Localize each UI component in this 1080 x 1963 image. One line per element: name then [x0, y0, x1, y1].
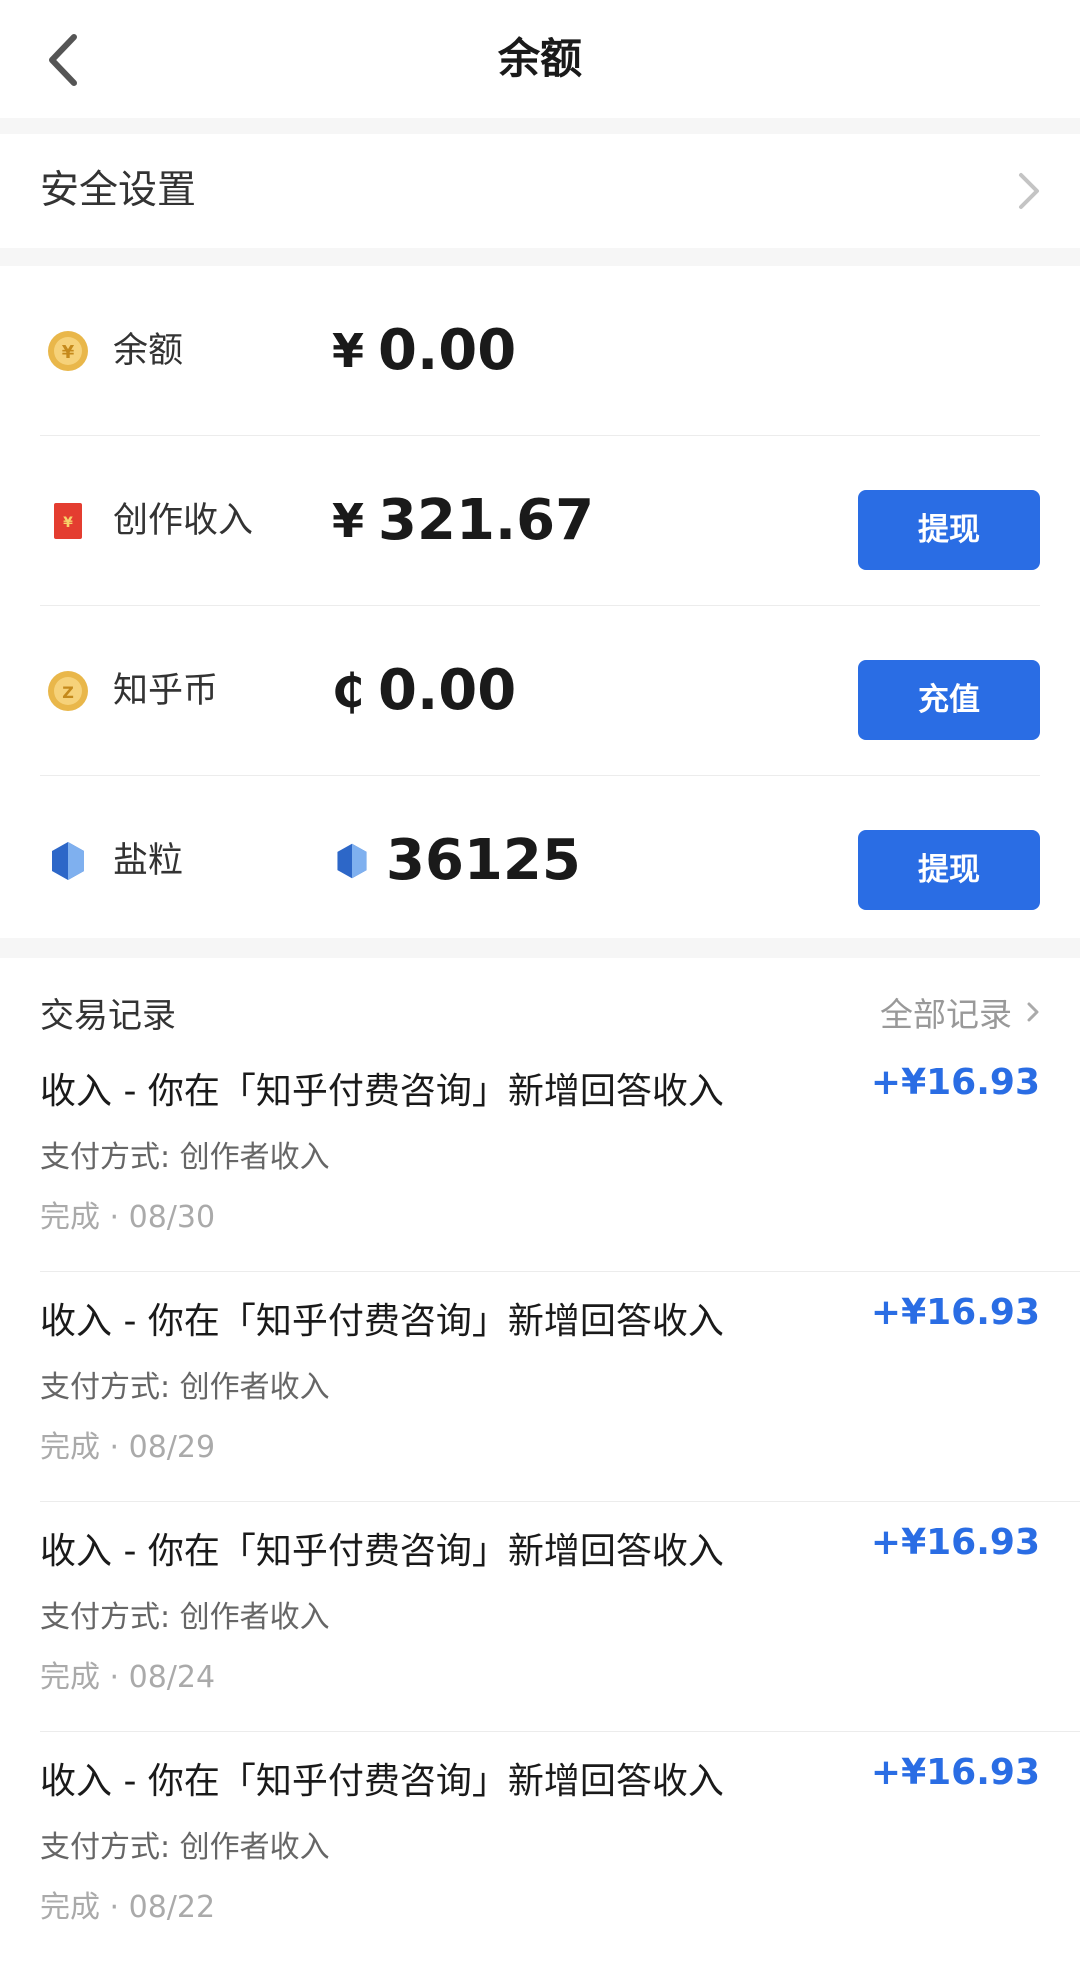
transaction-method: 支付方式: 创作者收入: [40, 1830, 330, 1865]
transaction-item[interactable]: 收入 - 你在「知乎付费咨询」新增回答收入 +¥16.93 支付方式: 创作者收…: [0, 1502, 1080, 1732]
transaction-item[interactable]: 收入 - 你在「知乎付费咨询」新增回答收入 +¥16.93 支付方式: 创作者收…: [0, 1732, 1080, 1962]
amount-value: 36125: [386, 828, 581, 893]
transaction-method: 支付方式: 创作者收入: [40, 1140, 330, 1175]
account-label: 知乎币: [113, 671, 219, 711]
currency-symbol: ¥: [332, 324, 365, 378]
withdraw-salt-button[interactable]: 提现: [858, 830, 1040, 910]
svg-text:¥: ¥: [63, 515, 73, 531]
account-amount: ¥ 0.00: [332, 266, 516, 436]
transaction-amount: +¥16.93: [870, 1752, 1040, 1793]
amount-value: 0.00: [378, 658, 517, 723]
transaction-amount: +¥16.93: [870, 1062, 1040, 1103]
recharge-button[interactable]: 充值: [858, 660, 1040, 740]
all-records-label: 全部记录: [880, 995, 1012, 1034]
amount-value: 0.00: [378, 318, 517, 383]
transaction-method: 支付方式: 创作者收入: [40, 1370, 330, 1405]
zhihu-coin-icon: Z: [48, 671, 88, 711]
all-records-link[interactable]: 全部记录: [880, 988, 1040, 1036]
account-row-salt: 盐粒 36125 提现: [0, 776, 1080, 946]
transaction-status: 完成 · 08/22: [40, 1890, 216, 1925]
transaction-amount: +¥16.93: [870, 1522, 1040, 1563]
transaction-item[interactable]: 收入 - 你在「知乎付费咨询」新增回答收入 +¥16.93 支付方式: 创作者收…: [0, 1042, 1080, 1272]
transaction-records: 交易记录 全部记录 收入 - 你在「知乎付费咨询」新增回答收入 +¥16.93 …: [0, 958, 1080, 1963]
svg-text:Z: Z: [62, 683, 74, 702]
account-label: 余额: [113, 331, 184, 371]
chevron-right-icon: [1027, 1002, 1039, 1022]
withdraw-button[interactable]: 提现: [858, 490, 1040, 570]
navbar: 余额: [0, 0, 1080, 118]
transaction-method: 支付方式: 创作者收入: [40, 1600, 330, 1635]
transaction-title: 收入 - 你在「知乎付费咨询」新增回答收入: [40, 1071, 724, 1112]
currency-symbol: ₵: [332, 664, 365, 718]
accounts-card: ¥ 余额 ¥ 0.00 ¥ 创作收入 ¥ 321.67 提现 Z 知乎币 ₵ 0…: [0, 266, 1080, 938]
transaction-item[interactable]: 收入 - 你在「知乎付费咨询」新增回答收入 +¥16.93 支付方式: 创作者收…: [0, 1272, 1080, 1502]
yuan-coin-icon: ¥: [48, 331, 88, 371]
account-row-creation-income: ¥ 创作收入 ¥ 321.67 提现: [0, 436, 1080, 606]
transaction-amount: +¥16.93: [870, 1292, 1040, 1333]
chevron-right-icon: [1019, 173, 1039, 209]
transaction-title: 收入 - 你在「知乎付费咨询」新增回答收入: [40, 1531, 724, 1572]
transaction-title: 收入 - 你在「知乎付费咨询」新增回答收入: [40, 1761, 724, 1802]
salt-crystal-icon: [52, 842, 84, 880]
account-label: 创作收入: [113, 501, 254, 541]
transaction-status: 完成 · 08/29: [40, 1430, 216, 1465]
red-envelope-icon: ¥: [54, 503, 82, 539]
account-row-balance: ¥ 余额 ¥ 0.00: [0, 266, 1080, 436]
account-row-zhihu-coin: Z 知乎币 ₵ 0.00 充值: [0, 606, 1080, 776]
security-settings-row[interactable]: 安全设置: [0, 134, 1080, 248]
transaction-title: 收入 - 你在「知乎付费咨询」新增回答收入: [40, 1301, 724, 1342]
svg-text:¥: ¥: [62, 342, 75, 363]
records-title: 交易记录: [40, 996, 176, 1036]
amount-value: 321.67: [378, 488, 595, 553]
page-title: 余额: [497, 34, 582, 83]
transaction-status: 完成 · 08/30: [40, 1200, 216, 1235]
currency-symbol: ¥: [332, 494, 365, 548]
account-amount: ₵ 0.00: [332, 606, 516, 776]
account-label: 盐粒: [113, 841, 184, 881]
security-settings-label: 安全设置: [40, 168, 197, 213]
account-amount: ¥ 321.67: [332, 436, 594, 606]
account-amount: 36125: [332, 776, 581, 946]
salt-crystal-icon: [337, 843, 367, 879]
transaction-status: 完成 · 08/24: [40, 1660, 216, 1695]
